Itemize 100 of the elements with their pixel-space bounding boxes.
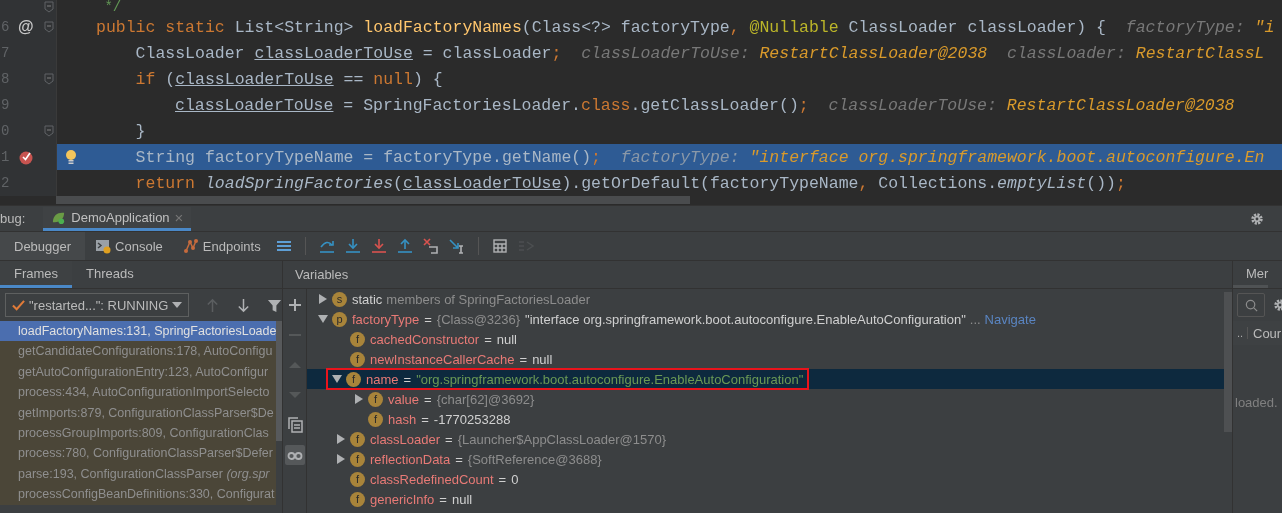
step-out-icon[interactable] (396, 238, 413, 254)
code-line: String factoryTypeName = factoryType.getName(); factoryType: "interface org.springframework.boot.autoconfigure.En (134, 147, 1265, 167)
step-into-icon[interactable] (344, 238, 361, 254)
variable-name: factoryType (352, 311, 420, 327)
equals-sign: = (519, 351, 528, 367)
variable-description: members of SpringFactoriesLoader (386, 291, 591, 307)
step-over-icon[interactable] (318, 238, 335, 254)
variable-name: value (388, 391, 420, 407)
drop-frame-icon[interactable] (422, 238, 439, 254)
column-header[interactable]: .. (1233, 327, 1248, 339)
expand-arrow-icon[interactable] (318, 294, 328, 304)
filter-icon[interactable] (267, 297, 283, 313)
stack-frame[interactable]: getCandidateConfigurations:178, AutoConfigu (0, 341, 276, 362)
selected-row[interactable]: f name = "org.springframework.boot.autoconfigure.EnableAutoConfiguration" (307, 369, 1224, 389)
search-button[interactable] (1237, 293, 1265, 317)
variable-name: reflectionData (370, 451, 451, 467)
stack-frame[interactable]: processConfigBeanDefinitions:330, Configurat (0, 484, 276, 505)
fold-icon[interactable] (44, 73, 54, 85)
stack-frame[interactable]: loadFactoryNames:131, SpringFactoriesLoade (0, 321, 276, 342)
watches-icon[interactable] (284, 445, 305, 465)
field-badge: f (350, 431, 365, 447)
variable-name: classLoader (370, 431, 441, 447)
field-badge: f (350, 451, 365, 467)
settings-icon[interactable] (1250, 211, 1264, 226)
variable-value: null (496, 331, 517, 347)
variable-value: null (451, 491, 473, 507)
variable-type: {SoftReference@3688} (467, 451, 602, 467)
equals-sign: = (484, 331, 492, 347)
code-line: classLoaderToUse = SpringFactoriesLoader.class.getClassLoader(); classLoaderToUse: RestartClassLoader@2038 (174, 95, 1235, 115)
override-marker[interactable]: @ (18, 18, 34, 36)
code-line: if (classLoaderToUse == null) { (134, 69, 443, 89)
stack-frame[interactable]: processGroupImports:809, ConfigurationClas (0, 422, 276, 444)
collapse-arrow-icon[interactable] (332, 374, 342, 384)
fold-icon[interactable] (44, 125, 54, 137)
equals-sign: = (445, 431, 453, 447)
layout-icon[interactable] (275, 238, 292, 254)
navigate-link[interactable]: Navigate (984, 311, 1036, 327)
variable-value: 0 (511, 471, 519, 487)
equals-sign: = (439, 491, 447, 507)
close-button[interactable]: × (174, 208, 184, 226)
search-icon (1243, 297, 1259, 313)
field-badge: p (332, 311, 347, 327)
code-line: */ (103, 0, 122, 15)
stack-frame[interactable]: process:780, ConfigurationClassParser$Defer (0, 443, 276, 464)
scrollbar-thumb[interactable] (1224, 292, 1232, 432)
fold-icon[interactable] (44, 21, 54, 33)
frames-tab[interactable]: Threads (72, 261, 148, 288)
evaluate-icon[interactable] (491, 238, 508, 254)
force-step-into-icon[interactable] (370, 238, 387, 254)
code-line: } (134, 121, 146, 141)
variable-name: newInstanceCallerCache (370, 351, 515, 367)
variable-name: classRedefinedCount (370, 471, 494, 487)
code-line: return loadSpringFactories(classLoaderToUse).getOrDefault(factoryTypeName, Collections.emptyList()); (134, 173, 1126, 193)
variable-value: -1770253288 (433, 411, 511, 427)
lightbulb-icon[interactable] (65, 149, 77, 165)
variable-type: {char[62]@3692} (436, 391, 535, 407)
field-badge: s (332, 291, 347, 307)
panel-title: Variables (295, 267, 349, 282)
variable-name: static (352, 291, 383, 307)
field-badge: f (350, 471, 365, 487)
ellipsis: ... (969, 311, 981, 327)
scrollbar-thumb[interactable] (56, 196, 690, 204)
field-badge: f (350, 491, 365, 507)
console-icon (95, 238, 112, 254)
equals-sign: = (424, 311, 432, 327)
variable-name: name (366, 371, 399, 387)
run-to-cursor-icon[interactable] (448, 238, 465, 254)
variable-name: genericInfo (370, 491, 435, 507)
memory-tab[interactable]: Mer (1233, 261, 1269, 288)
expand-arrow-icon[interactable] (336, 434, 346, 444)
collapse-arrow-icon[interactable] (318, 314, 328, 324)
column-header[interactable]: Cour (1248, 325, 1282, 341)
equals-sign: = (498, 471, 507, 487)
fold-icon[interactable] (44, 1, 54, 13)
stack-frame[interactable]: getAutoConfigurationEntry:123, AutoConfigur (0, 361, 276, 383)
variable-type: {Launcher$AppClassLoader@1570} (457, 431, 667, 447)
debugger-tab[interactable]: Debugger (0, 232, 86, 260)
equals-sign: = (455, 451, 463, 467)
status-message: loaded. (1234, 395, 1279, 410)
code-line: public static List<String> loadFactoryNames(Class<?> factoryType, @Nullable ClassLoader classLoader) { factoryType: "i (96, 17, 1275, 37)
debugger-tab[interactable]: Console (85, 232, 173, 260)
variable-value: "org.springframework.boot.autoconfigure.EnableAutoConfiguration" (416, 371, 804, 387)
expand-arrow-icon[interactable] (336, 454, 346, 464)
variable-type: {Class@3236} (436, 311, 521, 327)
panel-label: bug: (0, 211, 26, 226)
equals-sign: = (403, 371, 412, 387)
variable-name: cachedConstructor (370, 331, 480, 347)
equals-sign: = (421, 411, 429, 427)
debugger-tab[interactable]: Endpoints (172, 232, 271, 260)
field-badge: f (350, 331, 365, 347)
stack-frame[interactable]: parse:193, ConfigurationClassParser (org.spr (0, 463, 276, 485)
stack-frame[interactable]: getImports:879, ConfigurationClassParser$De (0, 402, 276, 423)
variable-value: "interface org.springframework.boot.autoconfigure.EnableAutoConfiguration" (525, 311, 966, 327)
equals-sign: = (424, 391, 432, 407)
breakpoint-icon[interactable] (18, 149, 34, 165)
variable-name: hash (388, 411, 417, 427)
expand-arrow-icon[interactable] (354, 394, 364, 404)
stack-frame[interactable]: process:434, AutoConfigurationImportSelecto (0, 382, 276, 403)
scrollbar-thumb[interactable] (276, 321, 282, 441)
thread-dropdown[interactable]: "restarted...": RUNNING (5, 293, 190, 317)
